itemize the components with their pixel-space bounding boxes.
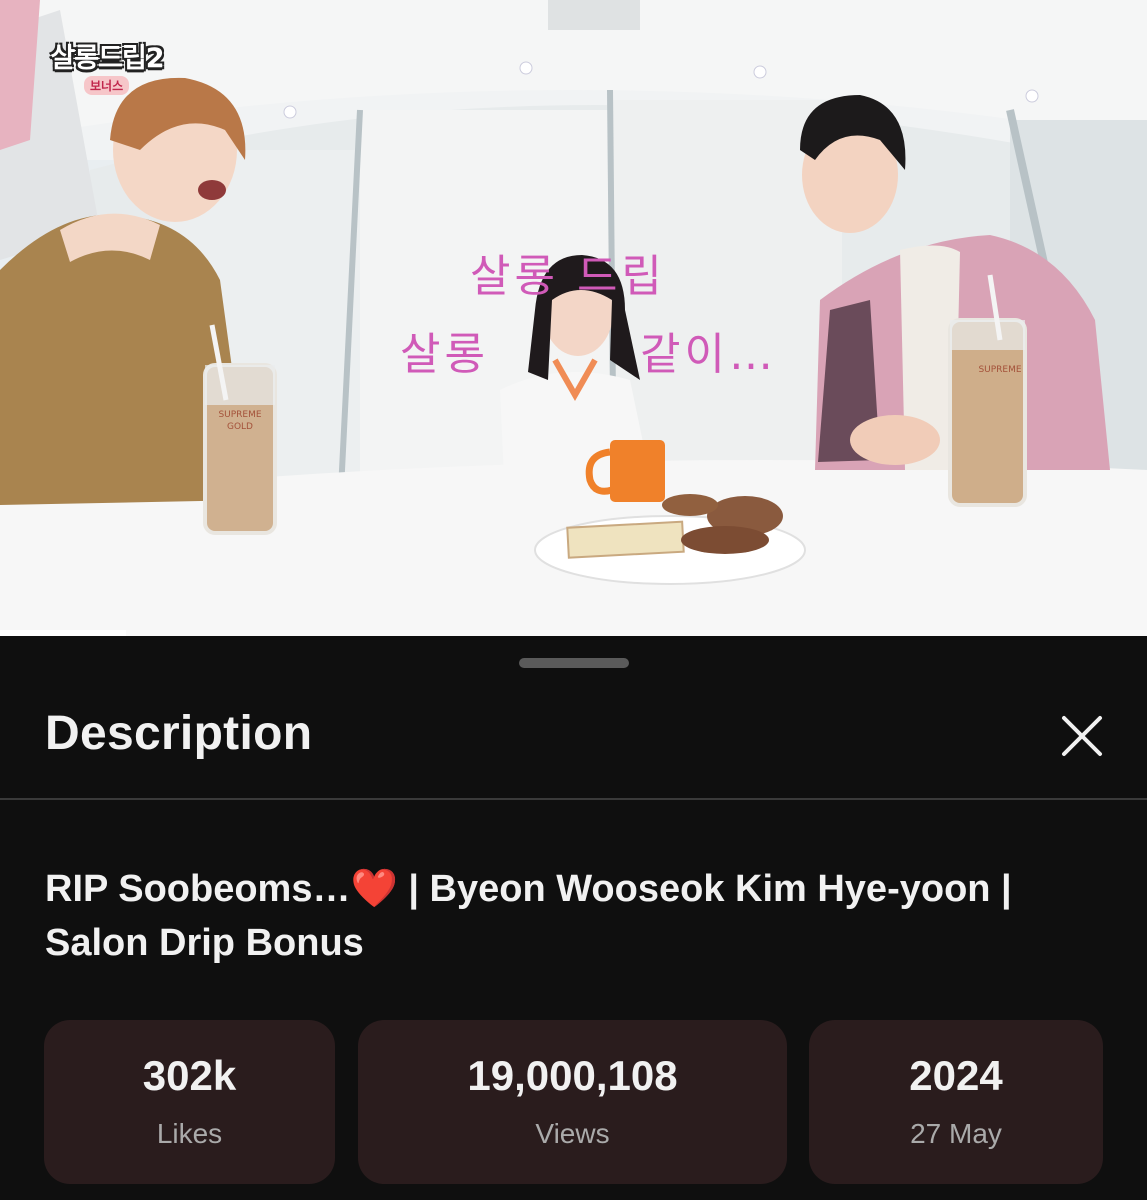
sheet-header: Description [0,636,1147,800]
app-page: SUPREME GOLD SUPREME 살롱 드립 살롱 같이… 살롱드립2 … [0,0,1147,1200]
publish-day: 27 May [910,1118,1002,1149]
close-icon [1062,716,1102,756]
svg-text:SUPREME: SUPREME [978,365,1021,375]
sign-text-line2: 살롱 [400,329,489,380]
description-sheet: Description RIP Soobeoms…❤️ | Byeon Woos… [0,636,1147,1200]
channel-logo-text: 살롱드립2 [50,43,164,74]
svg-text:SUPREME: SUPREME [218,410,261,420]
likes-count: 302k [142,1052,237,1099]
channel-logo-subtext: 보너스 [84,76,130,95]
channel-logo: 살롱드립2 보너스 [46,22,168,100]
sign-text-line1: 살롱 드립 [470,251,666,302]
video-title-part1: RIP Soobeoms… [45,868,351,910]
views-label: Views [535,1118,610,1149]
sign-text-line2b: 같이… [640,329,777,380]
heart-icon: ❤️ [350,868,398,910]
publish-year: 2024 [909,1052,1003,1099]
date-stat-card: 2024 27 May [809,1020,1103,1184]
close-button[interactable] [1056,710,1108,762]
video-frame: SUPREME GOLD SUPREME [0,0,1147,636]
sheet-title: Description [45,707,313,760]
video-player[interactable]: SUPREME GOLD SUPREME 살롱 드립 살롱 같이… 살롱드립2 … [0,0,1147,636]
likes-label: Likes [156,1118,223,1149]
views-stat-card: 19,000,108 Views [358,1020,787,1184]
likes-stat-card: 302k Likes [44,1020,335,1184]
views-count: 19,000,108 [467,1052,678,1099]
video-title: RIP Soobeoms…❤️ | Byeon Wooseok Kim Hye-… [45,862,1105,970]
header-divider [0,798,1147,800]
svg-text:GOLD: GOLD [227,422,253,432]
